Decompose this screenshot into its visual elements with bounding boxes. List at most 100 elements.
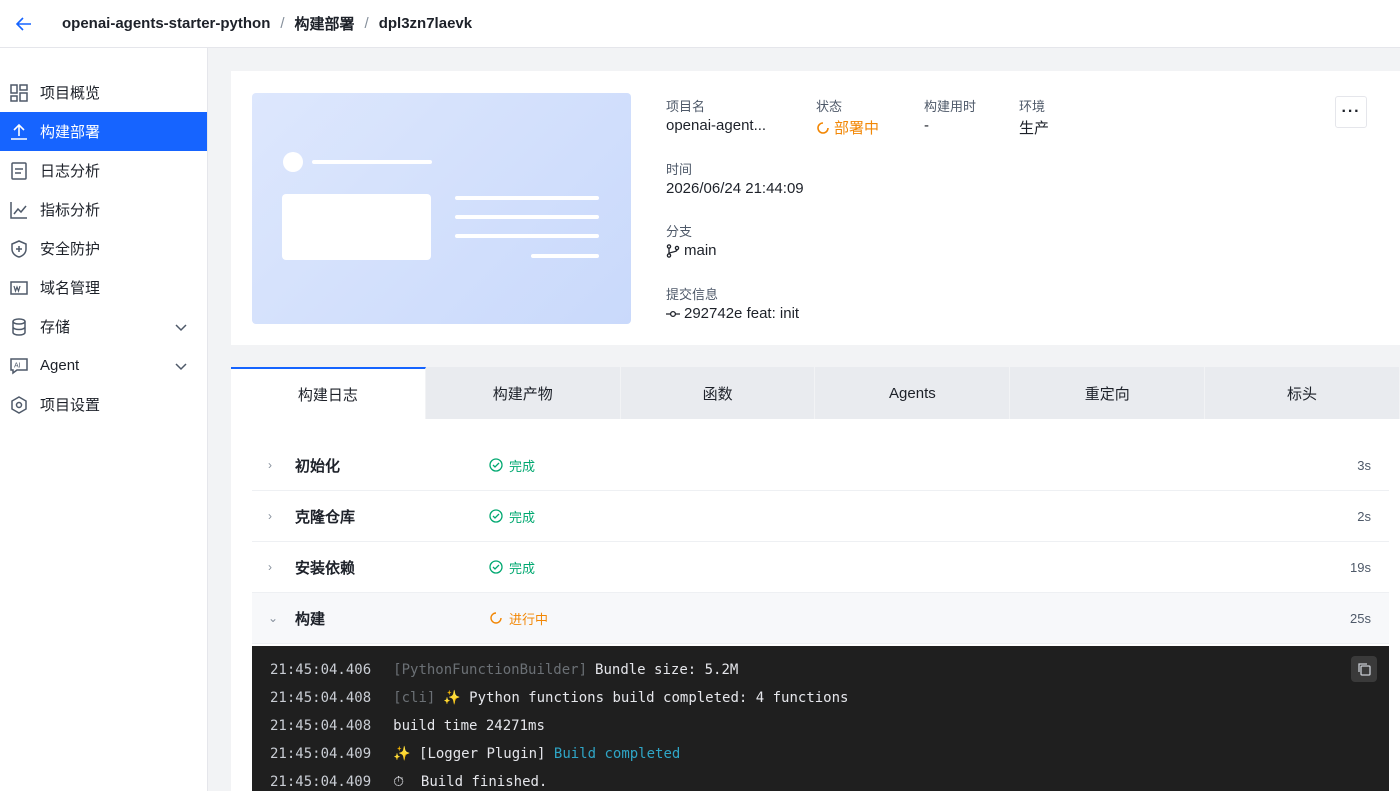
step-name: 安装依赖 (295, 559, 356, 577)
status-value: 部署中 (816, 117, 879, 138)
log-console[interactable]: 21:45:04.406 [PythonFunctionBuilder] Bundl… (252, 646, 1389, 791)
step-duration: 25s (1350, 610, 1371, 626)
sidebar-item-label: 构建部署 (40, 124, 101, 141)
chevron-right-icon: › (268, 458, 272, 472)
tab-bar: 构建日志 构建产物 函数 Agents 重定向 标头 (231, 367, 1400, 419)
deployment-card: 项目名 openai-agent... 状态 部署中 构建用时 - 环境 生产 … (231, 71, 1400, 345)
tab-functions[interactable]: 函数 (621, 367, 816, 419)
sidebar-item-label: Agent (40, 357, 80, 374)
status-text: 部署中 (834, 120, 880, 137)
sidebar-item-build-deploy[interactable]: 构建部署 (0, 112, 207, 151)
build-log-panel: › 初始化 完成 3s › 克隆仓库 完成 2s › 安装依赖 完成 19s ⌄… (231, 419, 1400, 791)
arrow-left-icon (16, 16, 31, 31)
more-actions-button[interactable]: ··· (1335, 96, 1367, 128)
step-status-text: 完成 (509, 458, 536, 474)
environment-value: 生产 (1019, 120, 1050, 137)
line-chart-icon (10, 201, 28, 219)
commit-text: 292742e feat: init (684, 305, 800, 322)
step-duration: 3s (1357, 457, 1371, 473)
chevron-right-icon: › (268, 509, 272, 523)
log-line: 21:45:04.409 ⏱ Build finished. (252, 768, 1389, 791)
log-text: build time 24271ms (393, 718, 545, 734)
step-name: 构建 (295, 610, 326, 628)
breadcrumb: openai-agents-starter-python / 构建部署 / dp… (62, 13, 472, 34)
step-name: 初始化 (295, 457, 341, 475)
status-label: 状态 (816, 99, 843, 114)
build-time-label: 构建用时 (924, 99, 977, 114)
sidebar-item-logs[interactable]: 日志分析 (0, 151, 207, 190)
step-status: 完成 (489, 456, 535, 475)
shield-icon (10, 239, 28, 258)
sidebar-item-domains[interactable]: 域名管理 (0, 268, 207, 307)
copy-icon (1358, 663, 1371, 676)
time-value: 2026/06/24 21:44:09 (666, 180, 804, 197)
back-button[interactable] (0, 0, 48, 48)
sidebar-item-storage[interactable]: 存储 (0, 307, 207, 346)
chevron-right-icon: › (268, 560, 272, 574)
tab-build-artifacts[interactable]: 构建产物 (426, 367, 621, 419)
build-time-value: - (924, 117, 929, 134)
step-status-text: 完成 (509, 509, 536, 525)
document-icon (10, 161, 28, 180)
more-icon: ··· (1341, 103, 1361, 120)
breadcrumb-deployment-id: dpl3zn7laevk (378, 15, 473, 32)
loading-icon (490, 612, 502, 624)
branch-value: main (666, 242, 717, 259)
log-timestamp: 21:45:04.409 (270, 774, 372, 790)
chevron-down-icon (175, 319, 187, 336)
loading-icon (817, 121, 829, 134)
log-tag: [PythonFunctionBuilder] (393, 662, 588, 678)
commit-label: 提交信息 (666, 287, 719, 302)
sidebar-item-label: 域名管理 (40, 280, 101, 297)
log-line: 21:45:04.408 [cli] ✨ Python functions buil… (252, 684, 1389, 712)
sidebar-item-label: 存储 (40, 319, 71, 336)
breadcrumb-separator: / (364, 15, 369, 32)
log-timestamp: 21:45:04.406 (270, 662, 372, 678)
sidebar-item-security[interactable]: 安全防护 (0, 229, 207, 268)
tab-redirects[interactable]: 重定向 (1010, 367, 1206, 419)
upload-icon (10, 123, 28, 141)
copy-log-button[interactable] (1351, 656, 1377, 682)
dashboard-icon (10, 83, 28, 102)
log-line: 21:45:04.409 ✨ [Logger Plugin] Build comp… (252, 740, 1389, 768)
database-icon (10, 317, 28, 336)
check-circle-icon (489, 509, 503, 523)
breadcrumb-separator: / (280, 15, 285, 32)
tab-agents[interactable]: Agents (815, 367, 1011, 419)
commit-value: 292742e feat: init (666, 305, 799, 322)
step-duration: 2s (1357, 508, 1371, 524)
step-status: 完成 (489, 558, 535, 577)
log-timestamp: 21:45:04.409 (270, 746, 372, 762)
log-text: ✨ Python functions build completed: 4 fu… (443, 690, 849, 706)
project-name-value: openai-agent... (666, 117, 767, 134)
svg-text:AI: AI (14, 362, 21, 369)
sidebar-item-label: 指标分析 (40, 202, 101, 219)
step-name: 克隆仓库 (295, 508, 356, 526)
sidebar-item-label: 项目设置 (40, 397, 101, 414)
top-bar: openai-agents-starter-python / 构建部署 / dp… (0, 0, 1400, 48)
log-tag: [cli] (393, 690, 436, 706)
step-row-build[interactable]: ⌄ 构建 进行中 25s (252, 593, 1389, 644)
tab-headers[interactable]: 标头 (1205, 367, 1400, 419)
log-highlight: Build completed (553, 746, 681, 762)
step-row-init[interactable]: › 初始化 完成 3s (252, 440, 1389, 491)
time-label: 时间 (666, 162, 693, 177)
check-circle-icon (489, 458, 503, 472)
deployment-preview-image (252, 93, 631, 324)
sidebar-item-label: 项目概览 (40, 85, 101, 102)
breadcrumb-project[interactable]: openai-agents-starter-python (62, 15, 270, 32)
log-text: ✨ [Logger Plugin] (393, 746, 554, 762)
step-status-text: 进行中 (509, 611, 549, 627)
sidebar-item-label: 日志分析 (40, 163, 101, 180)
breadcrumb-build-deploy[interactable]: 构建部署 (295, 13, 355, 34)
sidebar-item-overview[interactable]: 项目概览 (0, 73, 207, 112)
log-line: 21:45:04.406 [PythonFunctionBuilder] Bundl… (252, 656, 1389, 684)
sidebar-item-metrics[interactable]: 指标分析 (0, 190, 207, 229)
step-row-install[interactable]: › 安装依赖 完成 19s (252, 542, 1389, 593)
sidebar-item-label: 安全防护 (40, 241, 101, 258)
settings-icon (10, 395, 28, 414)
sidebar-item-settings[interactable]: 项目设置 (0, 385, 207, 424)
tab-build-logs[interactable]: 构建日志 (231, 367, 426, 419)
sidebar-item-agent[interactable]: AI Agent (0, 346, 207, 385)
step-row-clone[interactable]: › 克隆仓库 完成 2s (252, 491, 1389, 542)
